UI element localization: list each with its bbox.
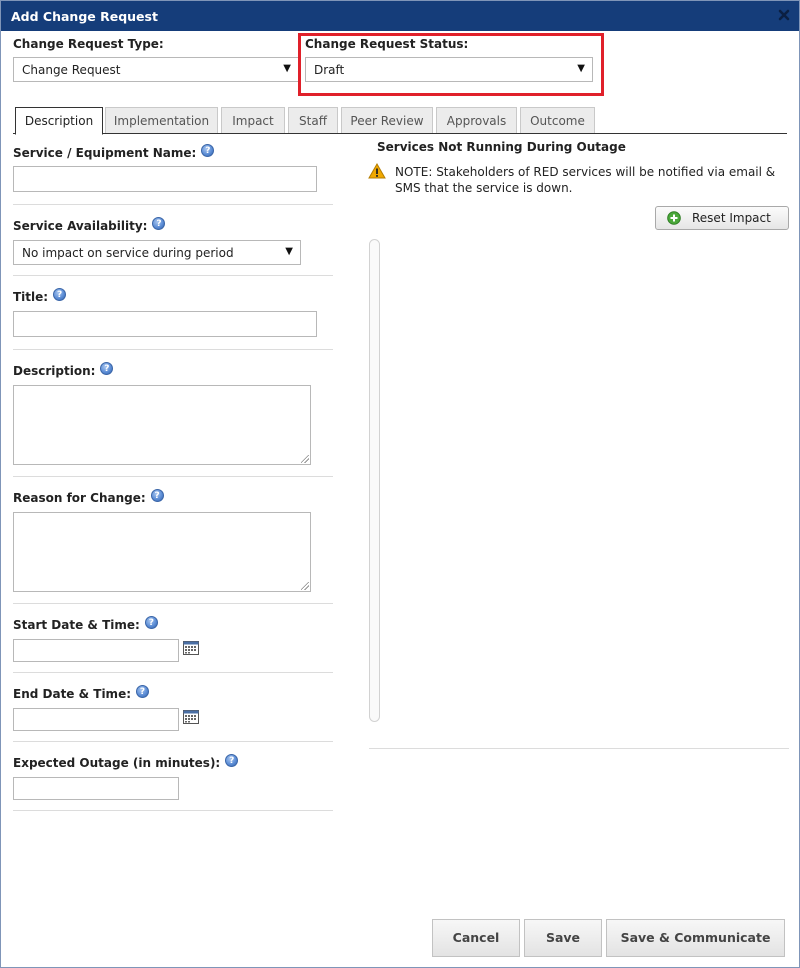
description-label: Description:? [13,362,114,378]
save-button[interactable]: Save [524,919,602,957]
start-date-label-text: Start Date & Time: [13,618,140,632]
tab-approvals[interactable]: Approvals [436,107,517,134]
divider [13,672,333,673]
tab-implementation[interactable]: Implementation [105,107,218,134]
service-availability-label: Service Availability:? [13,217,166,233]
resize-grip-icon[interactable] [301,582,309,590]
tab-peer-review[interactable]: Peer Review [341,107,433,134]
cancel-button[interactable]: Cancel [432,919,520,957]
description-label-text: Description: [13,364,96,378]
add-change-request-dialog: Add Change Request Change Request Type: … [0,0,800,968]
dropdown-arrow-icon: ▼ [285,246,293,257]
reset-impact-button[interactable]: Reset Impact [655,206,789,230]
help-icon[interactable]: ? [150,489,164,502]
tab-underline [13,133,787,134]
divider [13,349,333,350]
warning-icon [368,163,386,179]
service-availability-value: No impact on service during period [22,246,234,260]
help-icon[interactable]: ? [201,144,215,157]
reason-textarea[interactable] [13,512,311,592]
end-date-label: End Date & Time:? [13,685,150,701]
expected-outage-input[interactable] [13,777,179,800]
divider [13,476,333,477]
tab-description[interactable]: Description [15,107,103,135]
save-communicate-button[interactable]: Save & Communicate [606,919,785,957]
tab-impact[interactable]: Impact [221,107,285,134]
expected-outage-label: Expected Outage (in minutes):? [13,754,239,770]
description-textarea[interactable] [13,385,311,465]
calendar-icon[interactable] [183,641,199,655]
end-date-input[interactable] [13,708,179,731]
resize-grip-icon[interactable] [301,455,309,463]
help-icon[interactable]: ? [53,288,67,301]
service-name-input[interactable] [13,166,317,192]
reason-label-text: Reason for Change: [13,491,146,505]
services-list-scrollbar[interactable] [369,239,380,722]
service-name-label-text: Service / Equipment Name: [13,146,197,160]
title-label: Title:? [13,288,67,304]
change-request-type-select[interactable]: Change Request ▼ [13,57,299,82]
dialog-titlebar: Add Change Request [1,1,799,31]
title-input[interactable] [13,311,317,337]
help-icon[interactable]: ? [225,754,239,767]
start-date-input[interactable] [13,639,179,662]
change-request-type-label: Change Request Type: [13,37,164,51]
divider [13,810,333,811]
service-availability-select[interactable]: No impact on service during period ▼ [13,240,301,265]
expected-outage-label-text: Expected Outage (in minutes): [13,756,221,770]
help-icon[interactable]: ? [100,362,114,375]
close-icon[interactable] [777,8,791,22]
dialog-title: Add Change Request [11,9,158,24]
divider [13,275,333,276]
help-icon[interactable]: ? [152,217,166,230]
help-icon[interactable]: ? [136,685,150,698]
divider [13,603,333,604]
divider [13,741,333,742]
dropdown-arrow-icon: ▼ [283,63,291,74]
impact-panel-title: Services Not Running During Outage [377,140,626,154]
tab-bar: Description Implementation Impact Staff … [13,107,789,135]
service-availability-label-text: Service Availability: [13,219,148,233]
divider [369,748,789,749]
status-highlight-box [298,33,604,96]
impact-note: NOTE: Stakeholders of RED services will … [395,165,776,195]
tab-staff[interactable]: Staff [288,107,338,134]
help-icon[interactable]: ? [144,616,158,629]
calendar-icon[interactable] [183,710,199,724]
end-date-label-text: End Date & Time: [13,687,132,701]
reset-impact-label: Reset Impact [692,211,771,225]
start-date-label: Start Date & Time:? [13,616,158,632]
title-label-text: Title: [13,290,49,304]
service-name-label: Service / Equipment Name:? [13,144,215,160]
reason-label: Reason for Change:? [13,489,164,505]
tab-outcome[interactable]: Outcome [520,107,595,134]
divider [13,204,333,205]
change-request-type-value: Change Request [22,63,121,77]
add-circle-icon [667,211,681,225]
